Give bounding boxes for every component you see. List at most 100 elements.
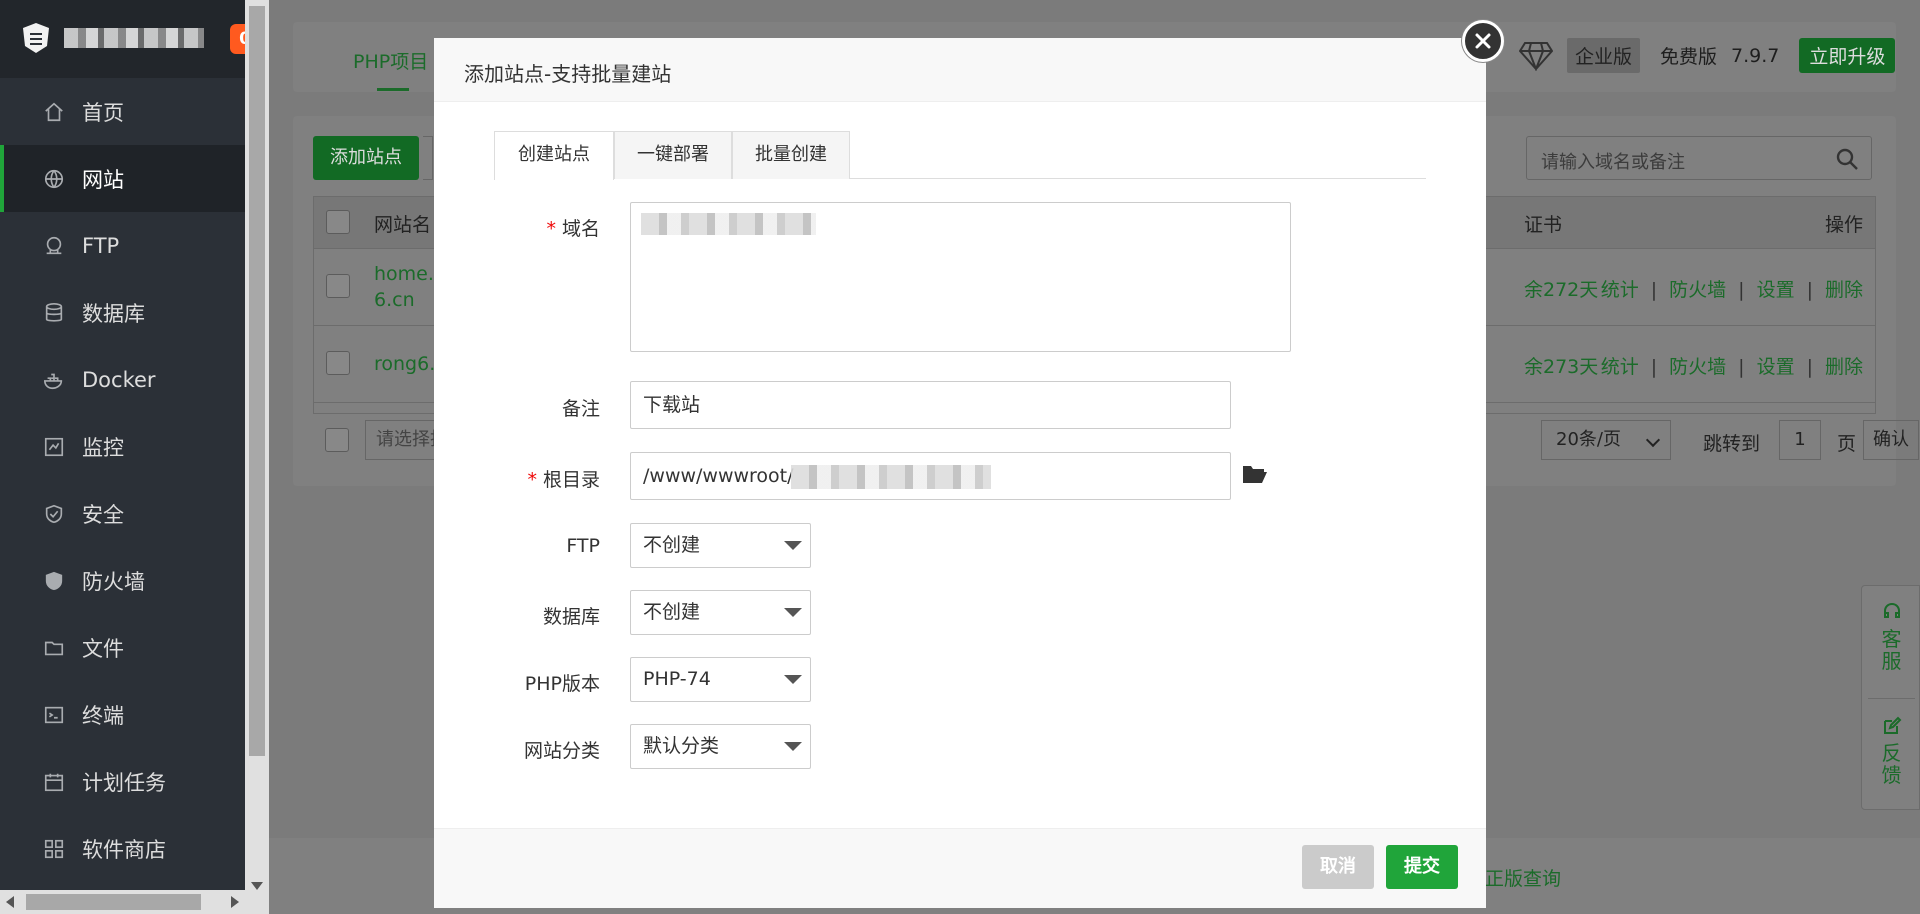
scroll-right-icon[interactable] [231, 896, 239, 908]
root-dir-input[interactable]: /www/wwwroot/ [630, 452, 1231, 500]
server-name-blurred [64, 28, 204, 48]
domain-textarea[interactable] [630, 202, 1291, 352]
jump-to-label: 跳转到 [1703, 433, 1761, 455]
scroll-down-icon[interactable] [251, 882, 263, 890]
sidebar-item-firewall[interactable]: 防火墙 [0, 547, 245, 614]
sidebar-item-app-store[interactable]: 软件商店 [0, 815, 245, 882]
sidebar-item-security[interactable]: 安全 [0, 480, 245, 547]
tab-batch-create[interactable]: 批量创建 [732, 131, 850, 179]
db-select[interactable]: 不创建 [630, 590, 811, 635]
db-select-value: 不创建 [643, 601, 701, 623]
customer-service-button[interactable]: 客服 [1862, 602, 1920, 672]
firewall-link[interactable]: 防火墙 [1669, 279, 1726, 301]
column-name: 网站名 [374, 214, 432, 236]
tab-create-site[interactable]: 创建站点 [494, 131, 614, 180]
category-select-value: 默认分类 [643, 735, 720, 757]
row-checkbox[interactable] [326, 351, 350, 375]
search-icon[interactable] [1835, 147, 1859, 171]
sidebar-item-monitor[interactable]: 监控 [0, 413, 245, 480]
remark-label: 备注 [561, 398, 600, 420]
delete-link[interactable]: 删除 [1825, 279, 1863, 301]
service-label: 客服 [1881, 627, 1902, 673]
version-area: 企业版 免费版 7.9.7 立即升级 [1519, 38, 1896, 73]
cert-remaining: 余272天 [1524, 279, 1599, 301]
php-select-value: PHP-74 [643, 668, 711, 690]
sidebar-item-home[interactable]: 首页 [0, 78, 245, 145]
caret-down-icon [784, 742, 802, 751]
sidebar-item-website[interactable]: 网站 [0, 145, 245, 212]
settings-link[interactable]: 设置 [1757, 356, 1795, 378]
sidebar-item-cron[interactable]: 计划任务 [0, 748, 245, 815]
feedback-button[interactable]: 反馈 [1862, 716, 1920, 786]
feedback-label: 反馈 [1881, 741, 1902, 787]
genuine-check-link[interactable]: 正版查询 [1485, 864, 1561, 891]
sidebar-item-files[interactable]: 文件 [0, 614, 245, 681]
sidebar-item-docker[interactable]: Docker [0, 346, 245, 413]
apps-icon [42, 837, 66, 861]
jump-confirm-button[interactable]: 确认 [1863, 420, 1919, 460]
page-unit-label: 页 [1837, 433, 1857, 455]
remark-input[interactable]: 下载站 [630, 381, 1231, 429]
headset-icon [1883, 602, 1900, 618]
tab-php-project[interactable]: PHP项目 [353, 47, 428, 74]
logo-icon [22, 22, 50, 54]
settings-link[interactable]: 设置 [1757, 279, 1795, 301]
sidebar-item-label: 安全 [82, 502, 124, 527]
page-number-input[interactable]: 1 [1779, 420, 1821, 460]
category-select[interactable]: 默认分类 [630, 724, 811, 769]
scrollbar-thumb[interactable] [26, 894, 201, 910]
home-icon [42, 100, 66, 124]
bulk-checkbox[interactable] [325, 428, 349, 452]
category-label: 网站分类 [523, 740, 600, 762]
row-actions: 统计 | 防火墙 | 设置 | 删除 [1600, 356, 1863, 378]
row-actions: 统计 | 防火墙 | 设置 | 删除 [1600, 279, 1863, 301]
sidebar-item-ftp[interactable]: FTP [0, 212, 245, 279]
sidebar-vertical-scrollbar[interactable] [245, 0, 269, 914]
search-input[interactable]: 请输入域名或备注 [1526, 136, 1872, 180]
sidebar-item-label: FTP [82, 233, 120, 258]
page-size-select[interactable]: 20条/页 [1541, 420, 1671, 460]
stats-link[interactable]: 统计 [1601, 279, 1639, 301]
ftp-select[interactable]: 不创建 [630, 523, 811, 568]
row-checkbox[interactable] [326, 274, 350, 298]
tab-one-click-deploy[interactable]: 一键部署 [614, 131, 732, 179]
ftp-select-value: 不创建 [643, 534, 701, 556]
diamond-icon [1519, 41, 1553, 71]
globe-icon [42, 167, 66, 191]
batch-select[interactable]: 请选择批量操作 [365, 420, 435, 460]
add-site-button[interactable]: 添加站点 [313, 136, 419, 180]
submit-button[interactable]: 提交 [1386, 845, 1458, 889]
modal-tabs: 创建站点 一键部署 批量创建 [494, 131, 1426, 180]
db-label: 数据库 [542, 606, 600, 628]
folder-open-icon[interactable] [1242, 463, 1268, 485]
sidebar-item-label: 终端 [82, 703, 124, 728]
calendar-icon [42, 770, 66, 794]
search-placeholder: 请输入域名或备注 [1541, 152, 1685, 173]
cancel-button[interactable]: 取消 [1302, 845, 1374, 889]
site-name-link[interactable]: home.r 6.cn [374, 261, 442, 313]
delete-link[interactable]: 删除 [1825, 356, 1863, 378]
free-edition-label: 免费版 [1660, 46, 1718, 68]
firewall-link[interactable]: 防火墙 [1669, 356, 1726, 378]
upgrade-button[interactable]: 立即升级 [1799, 38, 1896, 73]
column-cert: 证书 [1524, 214, 1563, 236]
firewall-icon [42, 569, 66, 593]
ftp-label: FTP [566, 535, 600, 557]
divider [1868, 698, 1915, 699]
sidebar-item-terminal[interactable]: 终端 [0, 681, 245, 748]
scroll-left-icon[interactable] [6, 896, 14, 908]
sidebar-item-label: Docker [82, 367, 156, 392]
sidebar-horizontal-scrollbar[interactable] [0, 890, 245, 914]
enterprise-tag[interactable]: 企业版 [1567, 38, 1641, 73]
select-all-checkbox[interactable] [326, 210, 350, 234]
monitor-icon [42, 435, 66, 459]
modal-close-button[interactable] [1462, 20, 1504, 62]
php-version-select[interactable]: PHP-74 [630, 657, 811, 702]
scrollbar-thumb[interactable] [249, 6, 265, 756]
toolbar-button-partial[interactable] [423, 136, 433, 180]
sidebar-item-database[interactable]: 数据库 [0, 279, 245, 346]
stats-link[interactable]: 统计 [1601, 356, 1639, 378]
sidebar: 0 首页 网站 FTP 数据库 Docker 监控 安全 [0, 0, 260, 914]
sidebar-item-label: 文件 [82, 636, 124, 661]
domain-label: * 域名 [546, 218, 600, 240]
